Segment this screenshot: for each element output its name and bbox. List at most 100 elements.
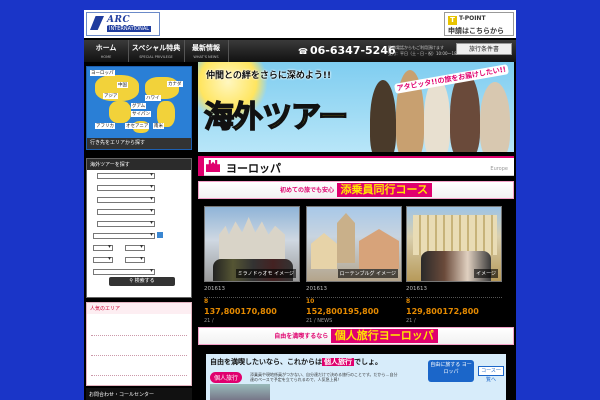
ribbon-title: 個人旅行ヨーロッパ (330, 329, 438, 343)
logo-mark-icon (90, 16, 104, 30)
phone-number[interactable]: ☎ 06-6347-5246 (298, 44, 396, 57)
month-select[interactable] (93, 243, 113, 251)
popular-area-box: 人気のエリア (86, 302, 192, 386)
tour-meta: 21 / (406, 318, 416, 324)
country-select[interactable] (97, 183, 155, 191)
nav-item-label: スペシャル特典 (131, 44, 181, 52)
lead-text: でしょ。 (354, 358, 382, 366)
departure-select[interactable] (97, 207, 155, 215)
free-travel-europe-box[interactable]: 自由に旅する ヨーロッパ (428, 360, 474, 382)
city-photo (210, 384, 270, 400)
tour-meta: 21 / NEWS (306, 318, 333, 324)
ribbon-title: 添乗員同行コース (336, 183, 432, 197)
day-select[interactable] (125, 243, 145, 251)
banner-person (450, 72, 480, 152)
tour-photo[interactable]: ローテンブルグ イメージ (306, 206, 402, 282)
tour-search-panel: 海外ツアーを探す ⚲ 検索する (86, 158, 192, 298)
course-list-button[interactable]: コース一覧へ (478, 366, 504, 383)
banner-tagline: 仲間との絆をさらに深めよう!! (206, 71, 332, 81)
nav-item-sub: HOME (100, 55, 112, 59)
individual-travel-ribbon: 自由を満喫するなら 個人旅行ヨーロッパ (198, 327, 514, 345)
popular-area-title: 人気のエリア (87, 303, 191, 314)
tpoint-banner[interactable]: T T-POINT 申請はこちらから (444, 12, 514, 36)
site-logo[interactable]: ARC TRIP INTERNATIONAL (86, 12, 160, 36)
tour-price: 137,800170,800 (204, 307, 277, 316)
photo-caption: ローテンブルグ イメージ (337, 269, 398, 278)
nav-item-sub: SPECIAL PRIVILEGE (139, 55, 173, 59)
tour-photo[interactable]: ミラノドゥオモ イメージ (204, 206, 300, 282)
search-button[interactable]: ⚲ 検索する (109, 277, 175, 286)
tour-meta: 21 / (204, 318, 214, 324)
area-map[interactable]: ヨーロッパ 中国 アジア ハワイ グアム サイパン カナダ オセアニア アフリカ… (86, 66, 192, 150)
call-center-bar[interactable]: お問合わせ・コールセンター (86, 388, 192, 400)
map-label-oceania[interactable]: オセアニア (125, 123, 150, 129)
phone-text: 06-6347-5246 (309, 44, 396, 57)
divider (91, 355, 187, 356)
tour-price: 129,800172,800 (406, 307, 479, 316)
search-button-label: 検索する (134, 278, 155, 284)
escorted-course-ribbon: 初めての旅でも安心 添乗員同行コース (198, 181, 514, 199)
nav-item-news[interactable]: 最新情報 WHAT'S NEWS (184, 40, 229, 62)
banner-title: 海外ツアー (203, 99, 349, 136)
hours-line: 受付：平日（土・日・祝）10:00～18:00 (388, 51, 464, 56)
house-graphic (359, 229, 399, 269)
section-title: ヨーロッパ (226, 162, 281, 175)
individual-desc: 添乗員や現地係員がつかない、自分達だけで決める旅行のことです。だから…自分達のペ… (250, 372, 398, 382)
header-bar: ARC TRIP INTERNATIONAL T T-POINT 申請はこちらか… (84, 10, 516, 38)
nav-item-special[interactable]: スペシャル特典 SPECIAL PRIVILEGE (128, 40, 185, 62)
region-select[interactable] (97, 171, 155, 179)
banner-person (424, 78, 450, 152)
map-label-asia[interactable]: アジア (103, 93, 119, 99)
map-caption: 行き先をエリアから探す (87, 138, 191, 149)
hero-banner[interactable]: 仲間との絆をさらに深めよう!! 海外ツアー アタビッタ!!の旅をお届けしたい!! (198, 62, 514, 152)
calendar-icon[interactable] (157, 232, 163, 238)
search-title: 海外ツアーを探す (87, 159, 191, 170)
map-label-africa[interactable]: アフリカ (95, 123, 115, 129)
tour-days: 10 (306, 298, 315, 305)
tower-graphic (337, 213, 355, 263)
tour-photo[interactable]: イメージ (406, 206, 502, 282)
tour-card[interactable]: ミラノドゥオモ イメージ 201613 8 137,800170,800 21 … (204, 206, 300, 324)
map-land (109, 101, 131, 123)
price-min-select[interactable] (93, 255, 113, 263)
section-title-en: Europe (490, 166, 508, 172)
tour-card[interactable]: イメージ 201613 8 129,800172,800 21 / (406, 206, 502, 324)
keyword-input[interactable] (93, 267, 155, 275)
days-select[interactable] (97, 219, 155, 227)
map-label-canada[interactable]: カナダ (167, 81, 183, 87)
date-input[interactable] (93, 231, 155, 239)
map-label-china[interactable]: 中国 (117, 82, 128, 88)
map-label-south-america[interactable]: 南米 (153, 123, 164, 129)
travel-terms-button[interactable]: 旅行条件書 (456, 43, 512, 55)
map-label-europe[interactable]: ヨーロッパ (90, 70, 115, 76)
map-label-hawaii[interactable]: ハワイ (145, 95, 161, 101)
logo-sub: INTERNATIONAL (107, 26, 152, 32)
ribbon-lead: 初めての旅でも安心 (279, 187, 334, 194)
lead-highlight: 個人旅行 (322, 358, 354, 366)
section-heading-europe: ヨーロッパ Europe (198, 156, 514, 176)
divider (91, 375, 187, 376)
map-label-saipan[interactable]: サイパン (131, 111, 152, 117)
individual-travel-banner[interactable]: 自由を満喫したいなら、これからは 個人旅行 でしょ。 個人旅行 添乗員や現地係員がつ… (206, 354, 506, 400)
tour-date: 201613 (306, 286, 327, 292)
price-max-select[interactable] (125, 255, 145, 263)
nav-item-sub: WHAT'S NEWS (193, 55, 219, 59)
tour-card[interactable]: ローテンブルグ イメージ 201613 10 152,800195,800 21… (306, 206, 402, 324)
cathedral-graphic (219, 217, 285, 261)
nav-item-label: ホーム (95, 44, 117, 52)
palace-graphic (413, 215, 497, 255)
banner-person (480, 82, 510, 152)
tpoint-title: T-POINT (459, 15, 486, 22)
phone-icon: ☎ (298, 47, 308, 56)
divider (91, 335, 187, 336)
city-select[interactable] (97, 195, 155, 203)
tour-date: 201613 (204, 286, 225, 292)
nav-item-home[interactable]: ホーム HOME (84, 40, 129, 62)
nav-item-label: 最新情報 (192, 44, 220, 52)
tour-days: 8 (204, 298, 209, 305)
individual-lead: 自由を満喫したいなら、これからは 個人旅行 でしょ。 (210, 357, 382, 367)
map-label-guam[interactable]: グアム (131, 103, 147, 109)
logo-name: ARC TRIP (107, 15, 134, 35)
heading-accent (198, 158, 204, 176)
tpoint-icon: T (448, 16, 457, 25)
